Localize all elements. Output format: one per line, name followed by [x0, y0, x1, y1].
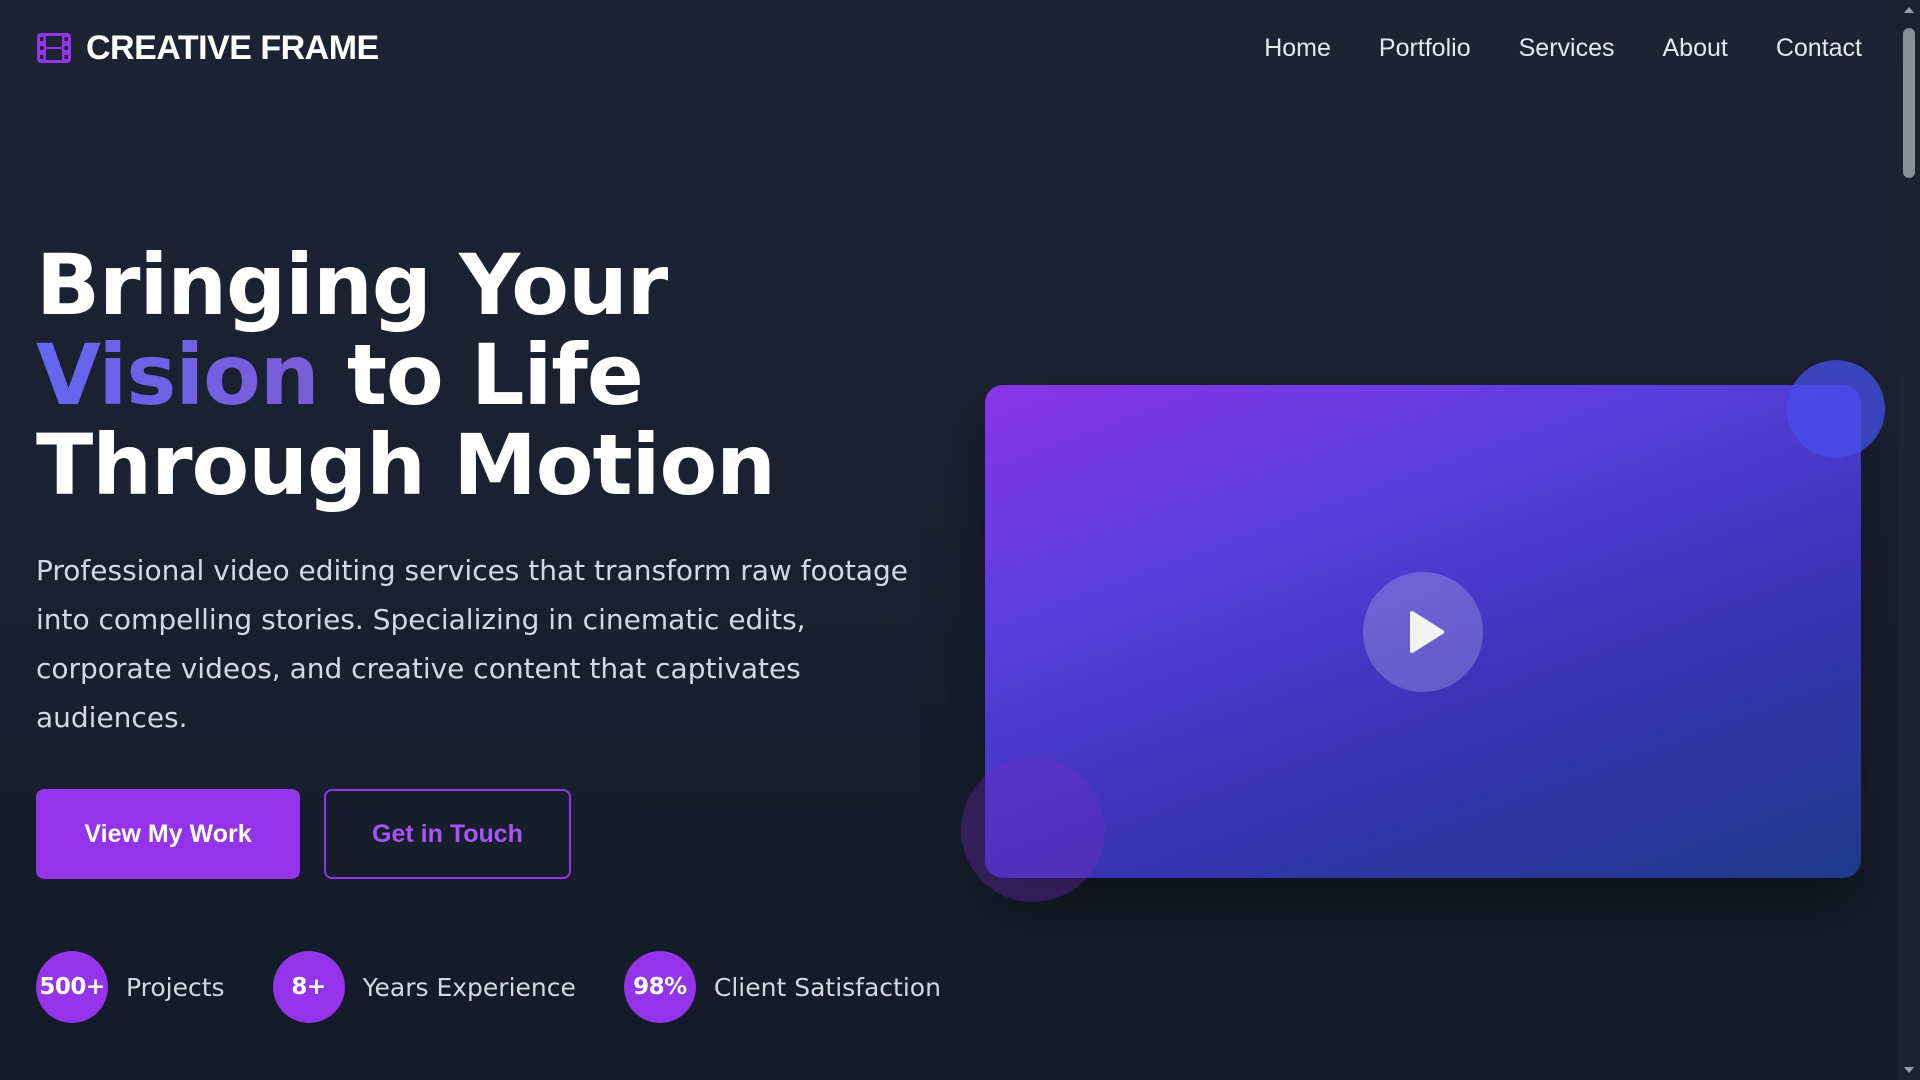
stat-label: Client Satisfaction [713, 972, 941, 1002]
nav-home[interactable]: Home [1264, 34, 1331, 63]
play-icon [1410, 611, 1444, 653]
nav-services[interactable]: Services [1519, 34, 1615, 63]
stat-label: Years Experience [362, 972, 576, 1002]
nav-about[interactable]: About [1662, 34, 1727, 63]
hero-title-part1: Bringing Your [36, 236, 668, 334]
brand-name: CREATIVE FRAME [86, 28, 379, 67]
hero-title-accent: Vision [36, 326, 320, 424]
decorative-circle-bottom [961, 758, 1105, 902]
view-my-work-button[interactable]: View My Work [36, 789, 300, 879]
scrollbar-thumb[interactable] [1903, 28, 1915, 178]
scroll-down-arrow-icon[interactable] [1898, 1060, 1920, 1080]
stat-badge: 8+ [272, 951, 345, 1023]
get-in-touch-button[interactable]: Get in Touch [324, 789, 571, 879]
film-icon [37, 33, 71, 63]
stat-badge: 500+ [36, 951, 108, 1023]
hero-description: Professional video editing services that… [36, 554, 908, 734]
hero-title: Bringing Your Vision to Life Through Mot… [36, 240, 956, 510]
nav-contact[interactable]: Contact [1776, 34, 1862, 63]
main-nav: Home Portfolio Services About Contact [1264, 34, 1862, 63]
scroll-up-arrow-icon[interactable] [1898, 0, 1920, 20]
stat-satisfaction: 98% Client Satisfaction [623, 951, 941, 1023]
stats-row: 500+ Projects 8+ Years Experience 98% Cl… [36, 951, 941, 1023]
stat-badge: 98% [623, 951, 696, 1023]
stat-experience: 8+ Years Experience [272, 951, 576, 1023]
vertical-scrollbar[interactable] [1898, 0, 1920, 1080]
site-header: CREATIVE FRAME Home Portfolio Services A… [36, 22, 1862, 74]
page: CREATIVE FRAME Home Portfolio Services A… [0, 0, 1898, 1080]
stat-label: Projects [126, 972, 225, 1002]
nav-portfolio[interactable]: Portfolio [1379, 34, 1471, 63]
stat-projects: 500+ Projects [36, 951, 225, 1023]
logo[interactable]: CREATIVE FRAME [36, 29, 379, 68]
play-button[interactable] [1363, 572, 1483, 692]
decorative-circle-top [1787, 360, 1885, 458]
